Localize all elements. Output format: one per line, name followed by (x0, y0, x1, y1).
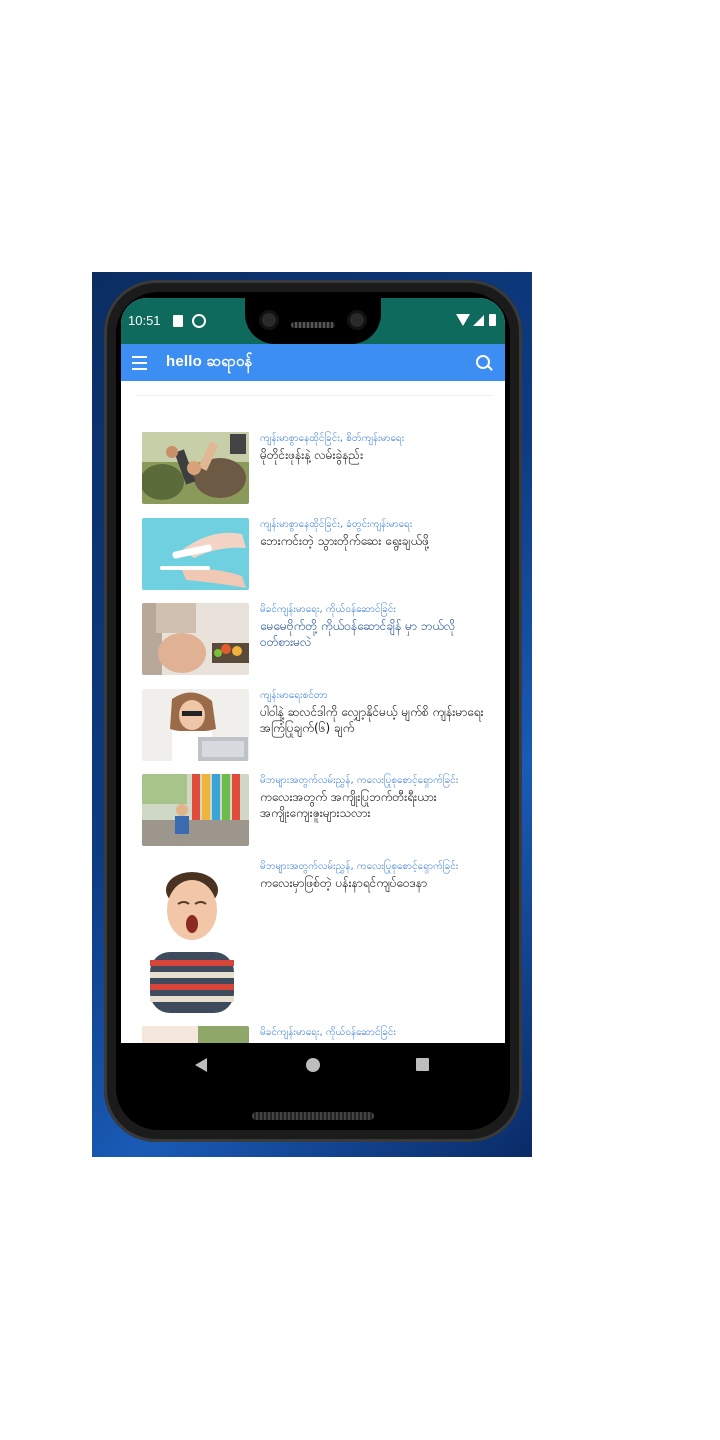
cell-signal-icon (473, 315, 484, 326)
article-category[interactable]: ကျန်းမာစွာနေထိုင်ခြင်း, ခံတွင်းကျန်းမာရေ… (260, 518, 490, 531)
toothpaste-image (142, 518, 249, 590)
article-title[interactable]: ပါဝါနဲ့ ဆလင်ဒါကို လျှော့နိုင်မယ့် မျက်စိ… (260, 704, 490, 736)
section-divider (137, 395, 493, 396)
article-thumbnail[interactable] (142, 432, 249, 504)
app-bar: hello ဆရာဝန် (121, 344, 505, 381)
article-category[interactable]: မိဘများအတွက်လမ်းညွှန်, ကလေးပြုစုစောင့်ရှ… (260, 774, 490, 787)
sd-card-icon (173, 315, 183, 327)
article-title[interactable]: မေမေဗိုက်တို့ ကိုယ်ဝန်ဆောင်ချိန် မှာ ဘယ်… (260, 618, 490, 650)
article-thumbnail[interactable] (142, 518, 249, 590)
article-meta: ကျန်းမာစွာနေထိုင်ခြင်း, စိတ်ကျန်းမာရေး မ… (260, 432, 490, 463)
earpiece-speaker (291, 322, 335, 328)
article-title[interactable]: ကလေးအတွက် အကျိုးပြုဘက်တီးရီးယား အကျိုးကျ… (260, 789, 490, 821)
article-category[interactable]: မိခင်ကျန်းမာရေး, ကိုယ်ဝန်ဆောင်ခြင်း (260, 603, 490, 616)
child-outdoors-image (142, 774, 249, 846)
search-icon[interactable] (476, 355, 490, 369)
article-meta: ကျန်းမာရေးစင်တာ ပါဝါနဲ့ ဆလင်ဒါကို လျှော့… (260, 689, 490, 736)
woman-laptop-image (142, 689, 249, 761)
article-meta: မိခင်ကျန်းမာရေး, ကိုယ်ဝန်ဆောင်ခြင်း မေမေ… (260, 603, 490, 650)
article-meta: မိဘများအတွက်လမ်းညွှန်, ကလေးပြုစုစောင့်ရှ… (260, 860, 490, 891)
article-thumbnail[interactable] (142, 689, 249, 761)
article-category[interactable]: ကျန်းမာစွာနေထိုင်ခြင်း, စိတ်ကျန်းမာရေး (260, 432, 490, 445)
article-title[interactable]: မိုတိုင်းဖုန်းနဲ့ လမ်းခွဲနည်း (260, 447, 490, 463)
android-nav-bar (121, 1043, 505, 1088)
status-time: 10:51 (128, 313, 161, 328)
article-meta: မိခင်ကျန်းမာရေး, ကိုယ်ဝန်ဆောင်ခြင်း (260, 1026, 490, 1039)
back-icon[interactable] (195, 1058, 207, 1072)
article-title[interactable]: ကလေးမှာဖြစ်တဲ့ ပန်းနာရင်ကျပ်ဝေဒနာ (260, 875, 490, 891)
article-thumbnail[interactable] (142, 774, 249, 846)
front-sensor-icon (347, 310, 367, 330)
recents-icon[interactable] (416, 1058, 429, 1071)
wifi-icon (456, 314, 470, 326)
home-icon[interactable] (306, 1058, 320, 1072)
app-logo[interactable]: hello ဆရာဝန် (166, 352, 253, 374)
front-camera-icon (259, 310, 279, 330)
people-phones-image (142, 432, 249, 504)
sync-icon (192, 314, 206, 328)
hamburger-menu-icon[interactable] (132, 356, 147, 370)
article-meta: မိဘများအတွက်လမ်းညွှန်, ကလေးပြုစုစောင့်ရှ… (260, 774, 490, 821)
article-category[interactable]: မိဘများအတွက်လမ်းညွှန်, ကလေးပြုစုစောင့်ရှ… (260, 860, 490, 873)
pregnant-woman-image (142, 603, 249, 675)
article-thumbnail[interactable] (142, 860, 242, 1013)
article-category[interactable]: မိခင်ကျန်းမာရေး, ကိုယ်ဝန်ဆောင်ခြင်း (260, 1026, 490, 1039)
article-meta: ကျန်းမာစွာနေထိုင်ခြင်း, ခံတွင်းကျန်းမာရေ… (260, 518, 490, 549)
article-thumbnail[interactable] (142, 603, 249, 675)
boy-yawning-image (142, 860, 242, 1013)
article-category[interactable]: ကျန်းမာရေးစင်တာ (260, 689, 490, 702)
status-bar: 10:51 (121, 298, 505, 344)
phone-screen: 10:51 hello ဆရာဝန် ကျန်းမာစွာနေထိုင်ခြင်… (121, 298, 505, 1088)
article-title[interactable]: ဘေးကင်းတဲ့ သွားတိုက်ဆေး ရွေးချယ်ဖို့ (260, 533, 490, 549)
battery-icon (489, 314, 496, 326)
bottom-speaker-grille (252, 1112, 374, 1120)
camera-notch (245, 298, 381, 344)
